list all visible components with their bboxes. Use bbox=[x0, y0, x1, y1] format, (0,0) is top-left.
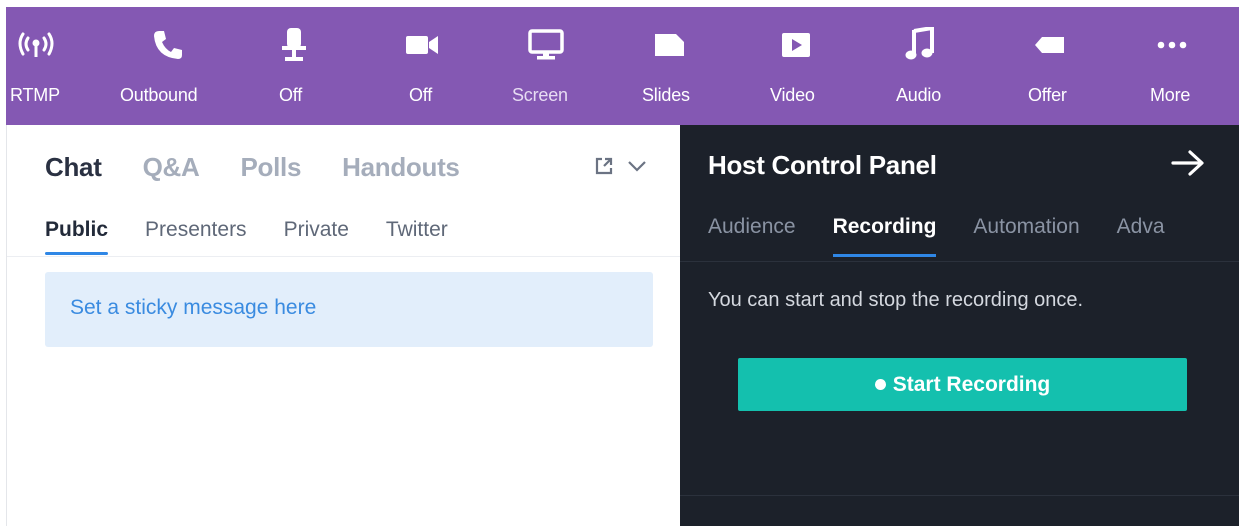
tab-polls[interactable]: Polls bbox=[240, 152, 301, 183]
host-control-panel: Host Control Panel Audience Recording Au… bbox=[680, 125, 1239, 526]
record-dot-icon bbox=[874, 379, 886, 390]
tool-label-outbound: Outbound bbox=[120, 85, 198, 105]
chat-tabs-divider bbox=[7, 256, 681, 257]
chat-main-tabs: Chat Q&A Polls Handouts bbox=[45, 152, 501, 183]
subtab-presenters[interactable]: Presenters bbox=[145, 218, 247, 255]
tab-qa[interactable]: Q&A bbox=[143, 152, 200, 183]
tag-icon bbox=[1030, 27, 1070, 63]
host-tab-recording[interactable]: Recording bbox=[832, 215, 936, 257]
tool-label-more: More bbox=[1150, 85, 1191, 105]
music-note-icon bbox=[900, 27, 940, 63]
host-panel-title: Host Control Panel bbox=[708, 150, 937, 180]
phone-icon bbox=[148, 27, 188, 63]
tool-label-slides: Slides bbox=[642, 85, 690, 105]
chat-panel: Chat Q&A Polls Handouts Public Presenter… bbox=[6, 125, 681, 526]
tool-label-offer: Offer bbox=[1028, 85, 1067, 105]
host-tabs-divider bbox=[680, 261, 1239, 262]
tool-label-audio: Audio bbox=[896, 85, 942, 105]
more-button[interactable]: More bbox=[1148, 7, 1200, 125]
screen-share-button[interactable]: Screen bbox=[508, 7, 584, 125]
host-tab-automation[interactable]: Automation bbox=[973, 215, 1079, 257]
subtab-public[interactable]: Public bbox=[45, 218, 109, 255]
play-icon bbox=[776, 27, 816, 63]
subtab-twitter[interactable]: Twitter bbox=[386, 218, 448, 255]
chat-panel-tools bbox=[595, 157, 647, 175]
recording-description: You can start and stop the recording onc… bbox=[708, 289, 1084, 311]
tab-chat[interactable]: Chat bbox=[45, 152, 102, 183]
broadcast-icon bbox=[16, 27, 56, 63]
start-recording-label: Start Recording bbox=[892, 372, 1051, 396]
tool-label-rtmp: RTMP bbox=[10, 85, 60, 105]
host-tab-advanced[interactable]: Adva bbox=[1117, 215, 1165, 257]
tool-label-video: Video bbox=[770, 85, 815, 105]
audio-button[interactable]: Audio bbox=[894, 7, 950, 125]
host-tab-audience[interactable]: Audience bbox=[708, 215, 796, 257]
video-button[interactable]: Video bbox=[768, 7, 828, 125]
slides-icon bbox=[650, 27, 690, 63]
sticky-message-input[interactable]: Set a sticky message here bbox=[45, 272, 653, 347]
chevron-down-icon[interactable] bbox=[627, 159, 647, 173]
microphone-icon bbox=[274, 27, 314, 63]
outbound-button[interactable]: Outbound bbox=[118, 7, 218, 125]
host-section-divider bbox=[680, 495, 1239, 496]
camera-toggle[interactable]: Off bbox=[400, 7, 444, 125]
video-camera-icon bbox=[402, 27, 442, 63]
popout-icon[interactable] bbox=[595, 157, 613, 175]
arrow-right-icon[interactable] bbox=[1170, 149, 1206, 182]
tool-label-microphone: Off bbox=[279, 85, 303, 105]
tool-label-screen: Screen bbox=[512, 85, 568, 105]
tool-label-camera: Off bbox=[409, 85, 433, 105]
subtab-private[interactable]: Private bbox=[284, 218, 349, 255]
host-tabs: Audience Recording Automation Adva bbox=[708, 215, 1202, 257]
offer-button[interactable]: Offer bbox=[1026, 7, 1078, 125]
start-recording-button[interactable]: Start Recording bbox=[738, 358, 1187, 411]
monitor-icon bbox=[526, 27, 566, 63]
more-icon bbox=[1152, 27, 1192, 63]
chat-sub-tabs: Public Presenters Private Twitter bbox=[45, 218, 485, 255]
rtmp-button[interactable]: RTMP bbox=[8, 7, 64, 125]
tab-handouts[interactable]: Handouts bbox=[342, 152, 460, 183]
slides-button[interactable]: Slides bbox=[640, 7, 706, 125]
top-toolbar: RTMP Outbound Off Off Screen Slides Vide… bbox=[6, 7, 1239, 125]
microphone-toggle[interactable]: Off bbox=[272, 7, 316, 125]
